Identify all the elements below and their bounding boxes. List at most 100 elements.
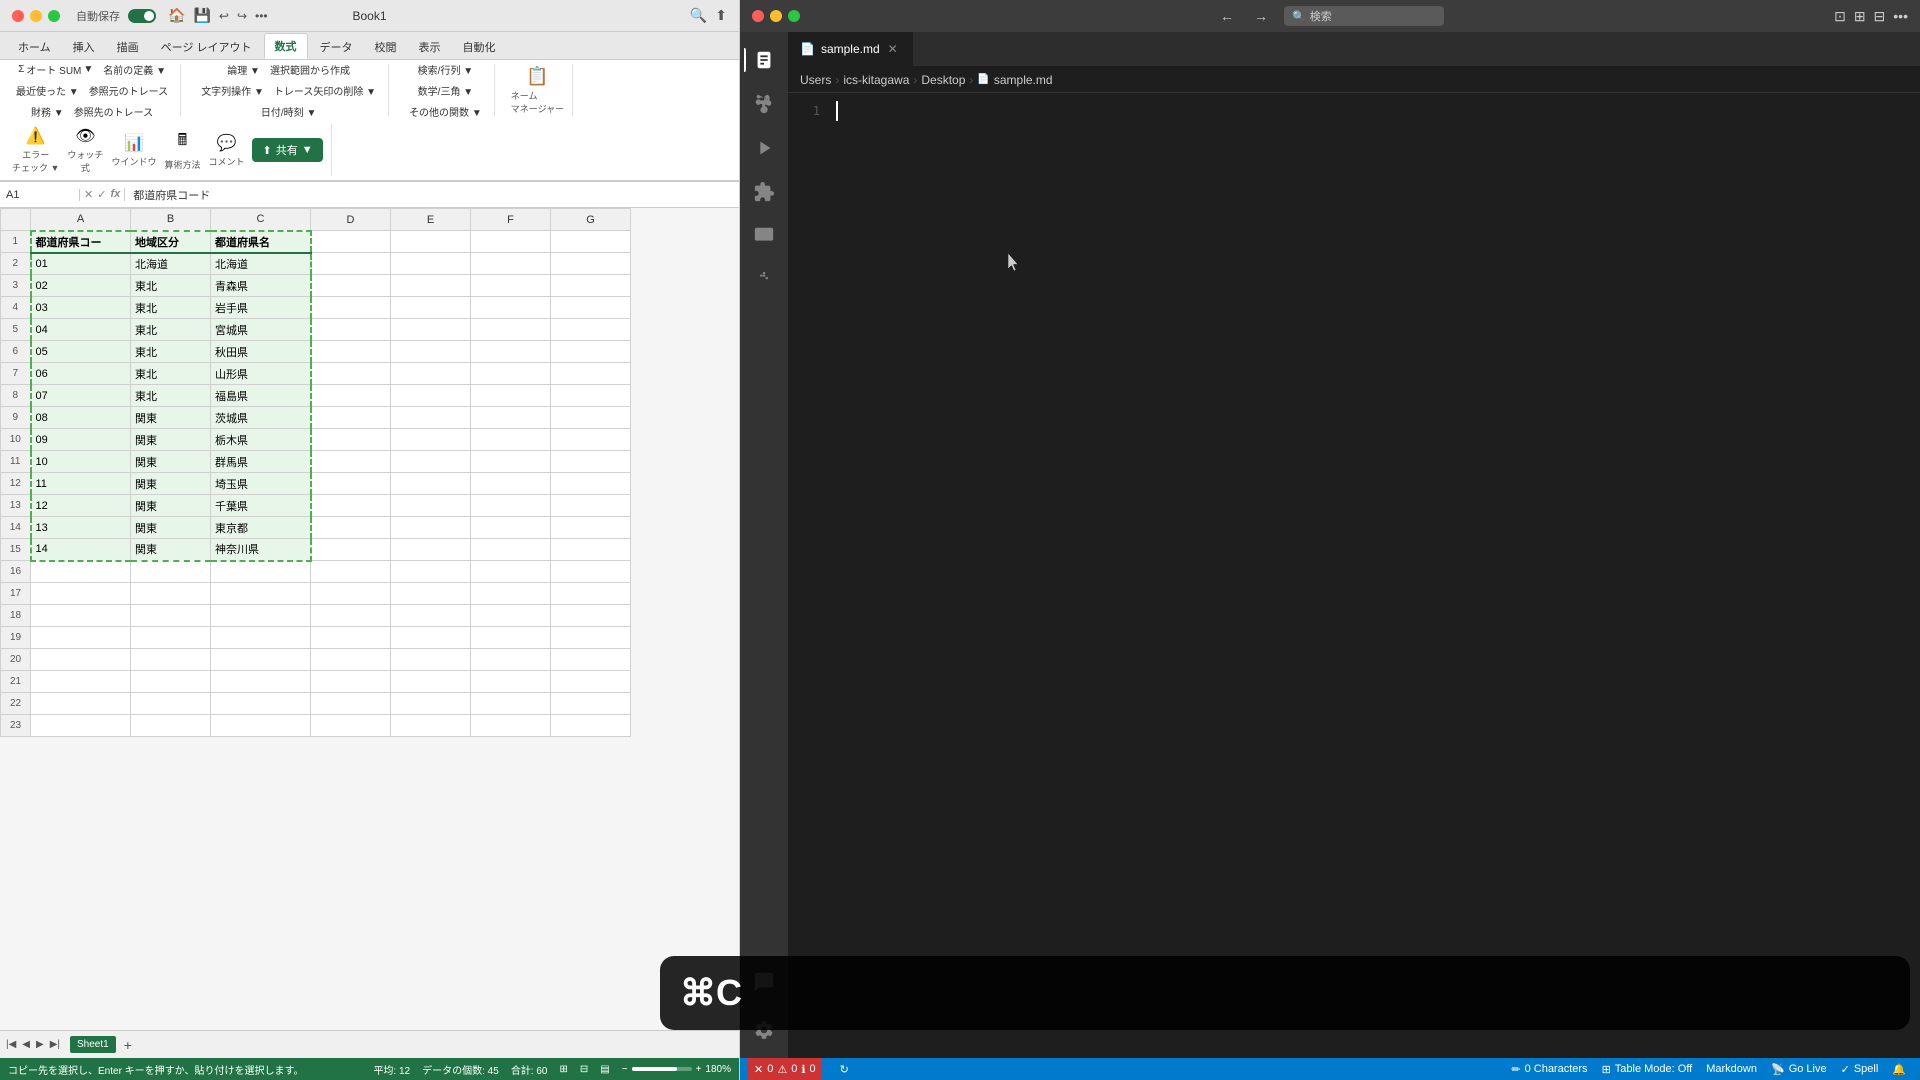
cell-c12[interactable]: 埼玉県: [211, 473, 311, 495]
forward-btn[interactable]: →: [1250, 6, 1272, 26]
vscode-close-btn[interactable]: [752, 10, 764, 22]
cell-b20[interactable]: [131, 649, 211, 671]
cell-e1[interactable]: [391, 231, 471, 253]
vscode-minimize-btn[interactable]: [770, 10, 782, 22]
status-bell[interactable]: 🔔: [1886, 1058, 1912, 1080]
cell-e11[interactable]: [391, 451, 471, 473]
cell-c13[interactable]: 千葉県: [211, 495, 311, 517]
cell-g13[interactable]: [551, 495, 631, 517]
fx-icon[interactable]: fx: [110, 188, 120, 201]
cell-a16[interactable]: [31, 561, 131, 583]
view-break-icon[interactable]: ▤: [600, 1064, 609, 1075]
logic-btn[interactable]: 論理 ▼: [223, 60, 264, 79]
cell-g16[interactable]: [551, 561, 631, 583]
cell-a9[interactable]: 08: [31, 407, 131, 429]
cell-a20[interactable]: [31, 649, 131, 671]
cell-d12[interactable]: [311, 473, 391, 495]
zoom-out-btn[interactable]: −: [622, 1064, 628, 1075]
col-header-a[interactable]: A: [31, 209, 131, 231]
cell-e19[interactable]: [391, 627, 471, 649]
share-btn[interactable]: ⬆共有▼: [252, 138, 322, 162]
tab-page-layout[interactable]: ページ レイアウト: [151, 35, 262, 59]
status-errors[interactable]: ✕ 0 ⚠ 0 ℹ 0: [748, 1058, 822, 1080]
cell-f11[interactable]: [471, 451, 551, 473]
cell-f21[interactable]: [471, 671, 551, 693]
trace-dependents-btn[interactable]: 参照先のトレース: [70, 102, 158, 121]
cell-d11[interactable]: [311, 451, 391, 473]
cell-e6[interactable]: [391, 341, 471, 363]
cell-e2[interactable]: [391, 253, 471, 275]
cell-f23[interactable]: [471, 715, 551, 737]
cell-d22[interactable]: [311, 693, 391, 715]
status-characters[interactable]: ✏ 0 Characters: [1505, 1058, 1593, 1080]
col-header-g[interactable]: G: [551, 209, 631, 231]
trace-precedents-btn[interactable]: 参照元のトレース: [85, 81, 173, 100]
cell-b16[interactable]: [131, 561, 211, 583]
cell-b12[interactable]: 関東: [131, 473, 211, 495]
cell-b13[interactable]: 関東: [131, 495, 211, 517]
cell-d21[interactable]: [311, 671, 391, 693]
cell-b14[interactable]: 関東: [131, 517, 211, 539]
cell-g15[interactable]: [551, 539, 631, 561]
cell-e12[interactable]: [391, 473, 471, 495]
cell-f1[interactable]: [471, 231, 551, 253]
tab-view[interactable]: 表示: [409, 35, 451, 59]
col-header-e[interactable]: E: [391, 209, 471, 231]
cell-b17[interactable]: [131, 583, 211, 605]
view-page-icon[interactable]: ⊟: [580, 1064, 588, 1075]
cell-a23[interactable]: [31, 715, 131, 737]
cell-a14[interactable]: 13: [31, 517, 131, 539]
cell-b5[interactable]: 東北: [131, 319, 211, 341]
tab-data[interactable]: データ: [310, 35, 363, 59]
zoom-in-btn[interactable]: +: [696, 1064, 702, 1075]
cell-e20[interactable]: [391, 649, 471, 671]
autosum-btn[interactable]: Σ オート SUM ▼: [14, 60, 97, 79]
tab-insert[interactable]: 挿入: [63, 35, 105, 59]
cell-g23[interactable]: [551, 715, 631, 737]
cell-d10[interactable]: [311, 429, 391, 451]
col-header-b[interactable]: B: [131, 209, 211, 231]
cell-d23[interactable]: [311, 715, 391, 737]
cell-b3[interactable]: 東北: [131, 275, 211, 297]
cell-c5[interactable]: 宮城県: [211, 319, 311, 341]
cell-c22[interactable]: [211, 693, 311, 715]
cell-d17[interactable]: [311, 583, 391, 605]
activity-docker[interactable]: [744, 260, 784, 300]
cell-a11[interactable]: 10: [31, 451, 131, 473]
cell-a22[interactable]: [31, 693, 131, 715]
cell-b15[interactable]: 関東: [131, 539, 211, 561]
datetime-btn[interactable]: 日付/時刻 ▼: [257, 102, 320, 121]
tab-draw[interactable]: 描画: [107, 35, 149, 59]
lookup-btn[interactable]: 検索/行列 ▼: [414, 60, 477, 79]
editor-tab-sample-md[interactable]: 📄 sample.md ✕: [788, 31, 913, 66]
breadcrumb-users[interactable]: Users: [800, 73, 831, 87]
share-icon[interactable]: ⬆: [715, 7, 727, 24]
cell-c20[interactable]: [211, 649, 311, 671]
cell-c19[interactable]: [211, 627, 311, 649]
cell-a5[interactable]: 04: [31, 319, 131, 341]
cell-d16[interactable]: [311, 561, 391, 583]
cell-c4[interactable]: 岩手県: [211, 297, 311, 319]
activity-source-control[interactable]: [744, 84, 784, 124]
cell-e4[interactable]: [391, 297, 471, 319]
cell-a12[interactable]: 11: [31, 473, 131, 495]
cell-g17[interactable]: [551, 583, 631, 605]
cell-d14[interactable]: [311, 517, 391, 539]
cell-c14[interactable]: 東京都: [211, 517, 311, 539]
cell-b11[interactable]: 関東: [131, 451, 211, 473]
cell-f3[interactable]: [471, 275, 551, 297]
activity-explorer[interactable]: [744, 40, 784, 80]
cell-a21[interactable]: [31, 671, 131, 693]
cell-a7[interactable]: 06: [31, 363, 131, 385]
cell-g5[interactable]: [551, 319, 631, 341]
cell-a3[interactable]: 02: [31, 275, 131, 297]
editor-code-area[interactable]: [828, 93, 1920, 1058]
cell-g21[interactable]: [551, 671, 631, 693]
cell-g1[interactable]: [551, 231, 631, 253]
cell-d6[interactable]: [311, 341, 391, 363]
search-icon[interactable]: 🔍: [690, 7, 707, 24]
cell-b6[interactable]: 東北: [131, 341, 211, 363]
cell-e14[interactable]: [391, 517, 471, 539]
finance-btn[interactable]: 財務 ▼: [27, 102, 68, 121]
cell-b8[interactable]: 東北: [131, 385, 211, 407]
